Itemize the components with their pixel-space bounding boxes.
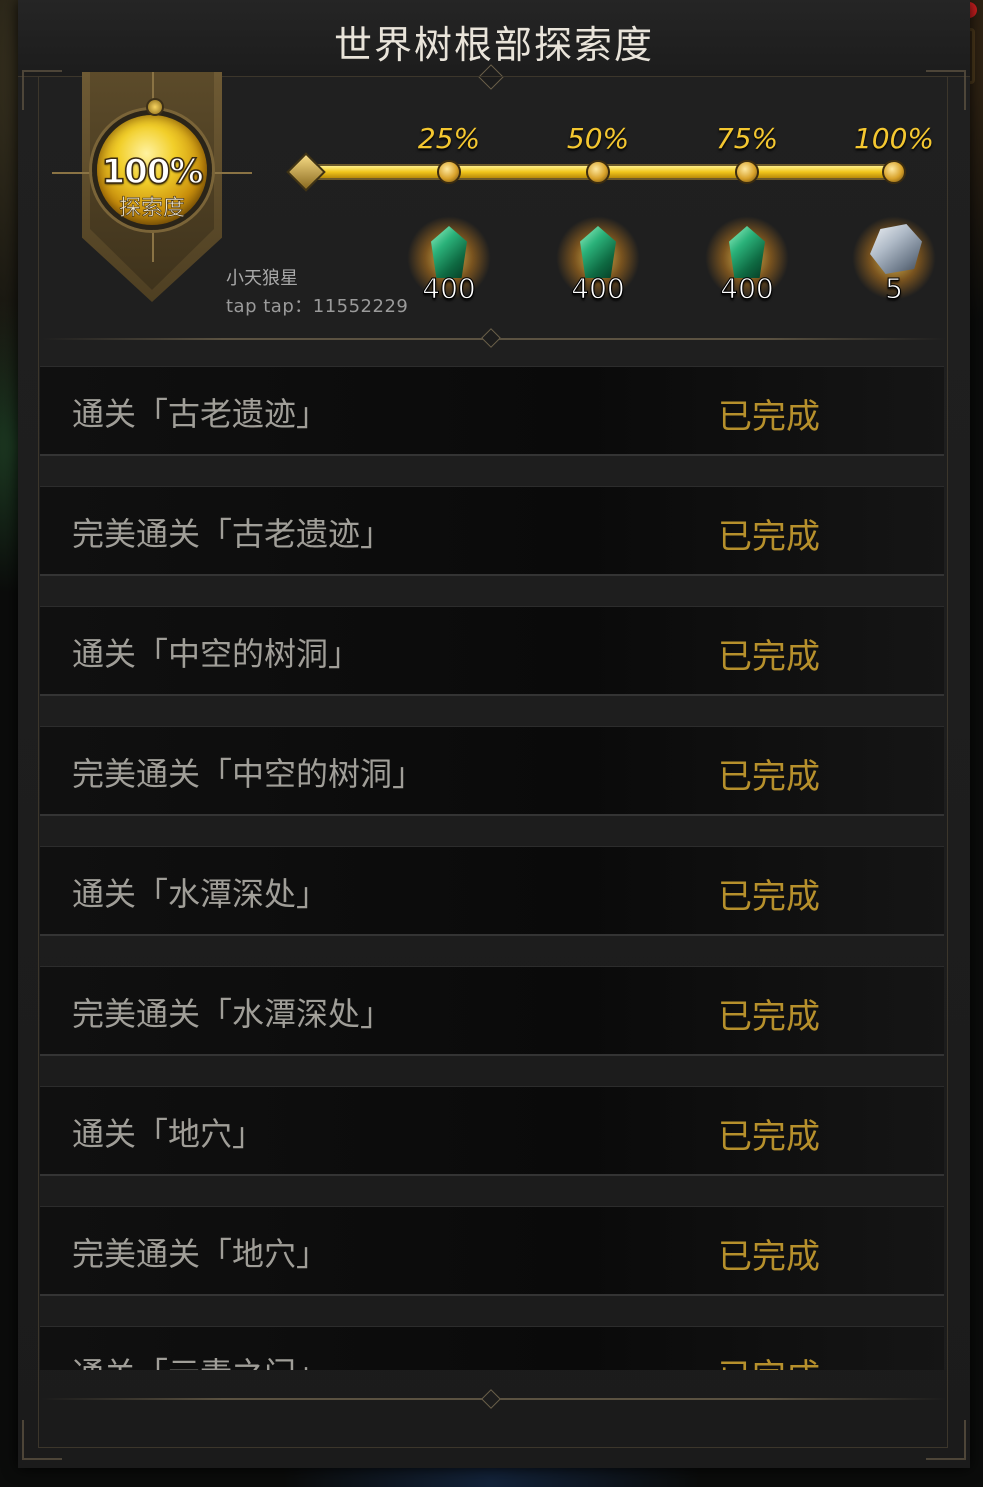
corner-ornament-icon [22, 70, 62, 110]
exploration-badge: 100% 探索度 [52, 72, 252, 302]
milestone-node-icon [437, 160, 461, 184]
reward-count: 5 [885, 272, 904, 306]
exploration-panel: 世界树根部探索度 100% 探索度 小天狼星 tap tap：11552229 … [18, 0, 970, 1468]
task-row[interactable]: 通关「水潭深处」 已完成 [40, 846, 944, 936]
task-status: 已完成 [718, 877, 820, 917]
milestone-reward[interactable]: 400 [399, 212, 499, 312]
task-name: 完美通关「水潭深处」 [72, 995, 393, 1033]
task-status: 已完成 [718, 757, 820, 797]
milestone-label: 75% [715, 122, 779, 155]
task-status: 已完成 [718, 1349, 820, 1370]
task-row[interactable]: 完美通关「中空的树洞」 已完成 [40, 726, 944, 816]
panel-title: 世界树根部探索度 [333, 23, 654, 67]
task-status: 已完成 [718, 997, 820, 1037]
progress-start-diamond-icon [286, 152, 326, 192]
task-status: 已完成 [718, 1237, 820, 1277]
task-name: 完美通关「古老遗迹」 [72, 515, 393, 553]
milestone-node-icon [882, 160, 906, 184]
title-bar: 世界树根部探索度 [18, 0, 970, 77]
task-name: 通关「元素之门」 [72, 1349, 328, 1370]
milestone-node-icon [586, 160, 610, 184]
task-status: 已完成 [718, 517, 820, 557]
reward-count: 400 [720, 272, 774, 306]
task-status: 已完成 [718, 1117, 820, 1157]
milestone-node-icon [735, 160, 759, 184]
exploration-percent: 100% [101, 151, 205, 193]
task-name: 完美通关「地穴」 [72, 1235, 329, 1273]
player-tap-id: tap tap：11552229 [226, 296, 409, 317]
badge-pin-icon [146, 98, 164, 116]
milestone-reward[interactable]: 400 [697, 212, 797, 312]
corner-ornament-icon [926, 70, 966, 110]
task-row[interactable]: 通关「地穴」 已完成 [40, 1086, 944, 1176]
task-name: 完美通关「中空的树洞」 [72, 755, 425, 793]
footer-ornament-icon [481, 1389, 501, 1409]
task-row[interactable]: 完美通关「地穴」 已完成 [40, 1206, 944, 1296]
task-row[interactable]: 完美通关「水潭深处」 已完成 [40, 966, 944, 1056]
exploration-label: 探索度 [118, 196, 186, 222]
task-row[interactable]: 通关「元素之门」 已完成 [40, 1326, 944, 1370]
player-name: 小天狼星 [226, 268, 298, 289]
task-row[interactable]: 通关「古老遗迹」 已完成 [40, 366, 944, 456]
task-name: 通关「地穴」 [72, 1115, 265, 1153]
corner-ornament-icon [926, 1420, 966, 1460]
task-status: 已完成 [718, 397, 820, 437]
task-name: 通关「水潭深处」 [72, 875, 329, 913]
reward-count: 400 [571, 272, 625, 306]
task-name: 通关「古老遗迹」 [72, 395, 329, 433]
milestone-label: 25% [417, 122, 481, 155]
reward-count: 400 [422, 272, 476, 306]
milestone-label: 50% [566, 122, 630, 155]
milestone-reward[interactable]: 5 [844, 212, 944, 312]
milestone-label: 100% [853, 122, 935, 155]
task-name: 通关「中空的树洞」 [72, 635, 361, 673]
task-row[interactable]: 完美通关「古老遗迹」 已完成 [40, 486, 944, 576]
divider-ornament-icon [481, 328, 501, 348]
corner-ornament-icon [22, 1420, 62, 1460]
task-list[interactable]: 通关「古老遗迹」 已完成 完美通关「古老遗迹」 已完成 通关「中空的树洞」 已完成 完美通关… [40, 366, 944, 1370]
milestone-reward[interactable]: 400 [548, 212, 648, 312]
task-row[interactable]: 通关「中空的树洞」 已完成 [40, 606, 944, 696]
task-status: 已完成 [718, 637, 820, 677]
